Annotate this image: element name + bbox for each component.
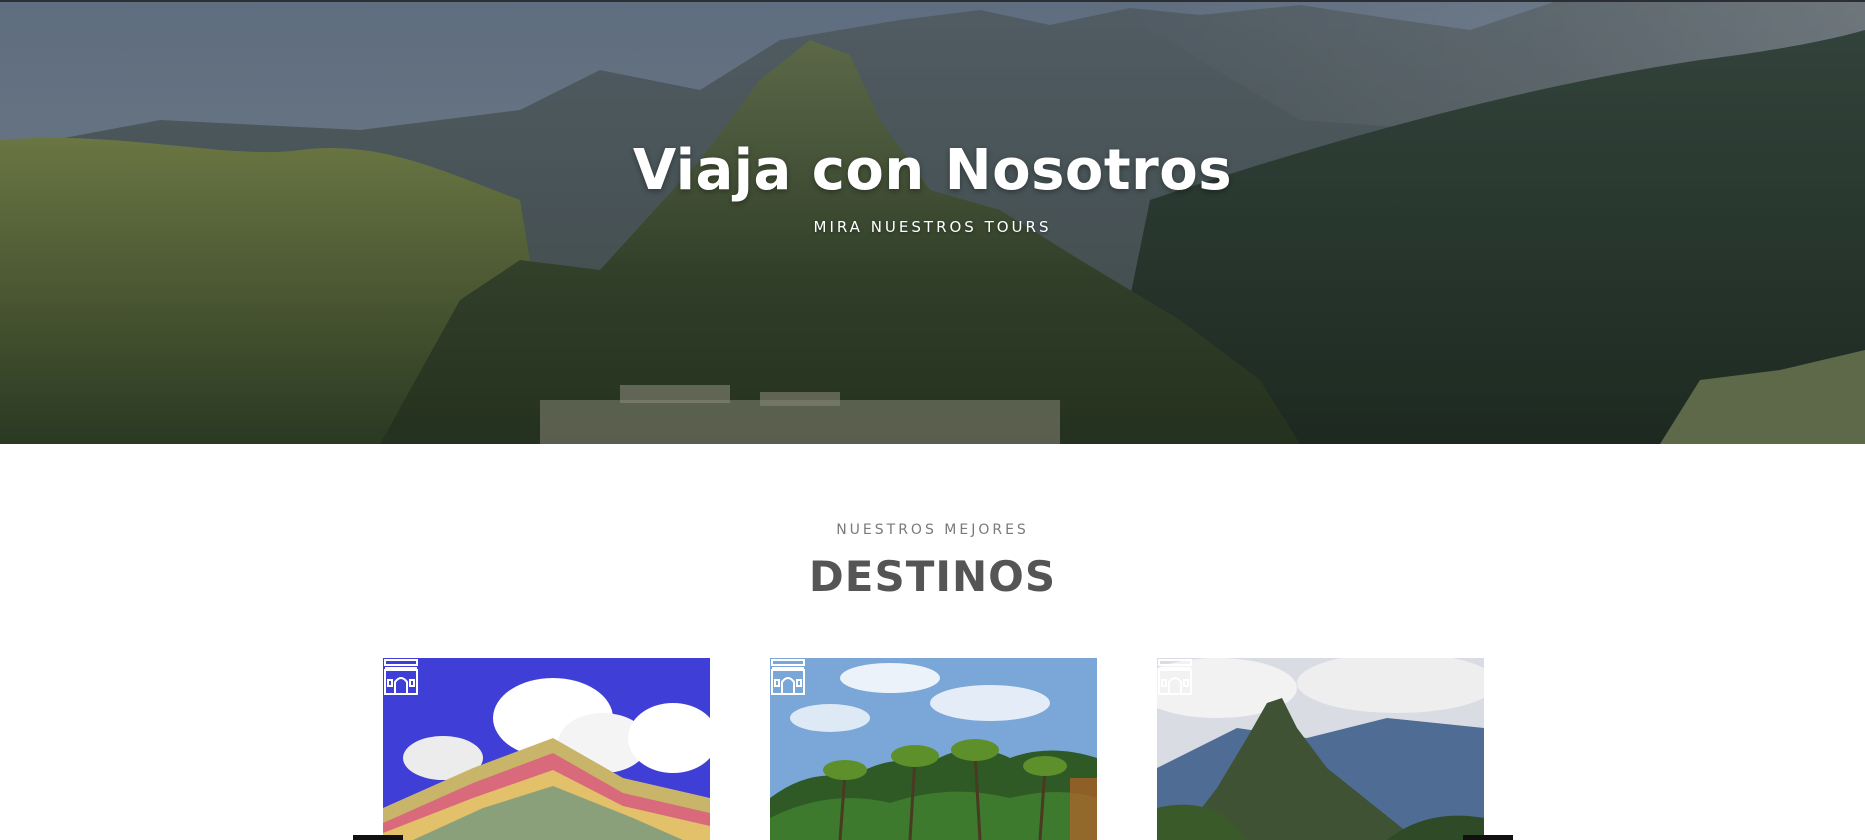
destination-card-2[interactable]: [770, 658, 1097, 840]
card-image-rainbow-mountain: [383, 658, 710, 840]
monument-arch-icon: [384, 659, 418, 695]
hero-subtitle-link[interactable]: MIRA NUESTROS TOURS: [0, 218, 1865, 236]
top-border: [0, 0, 1865, 2]
monument-arch-icon: [771, 659, 805, 695]
slider-next-button[interactable]: [1463, 835, 1513, 840]
destination-card-3[interactable]: [1157, 658, 1484, 840]
hero-title: Viaja con Nosotros: [632, 138, 1233, 203]
destination-card-1[interactable]: [383, 658, 710, 840]
card-image-huayna-picchu: [1157, 658, 1484, 840]
monument-arch-icon: [1158, 659, 1192, 695]
section-kicker: NUESTROS MEJORES: [836, 522, 1029, 538]
card-image-palm-forest: [770, 658, 1097, 840]
section-title: DESTINOS: [808, 552, 1057, 601]
hero-banner: Viaja con Nosotros MIRA NUESTROS TOURS: [0, 0, 1865, 444]
slider-prev-button[interactable]: [353, 835, 403, 840]
